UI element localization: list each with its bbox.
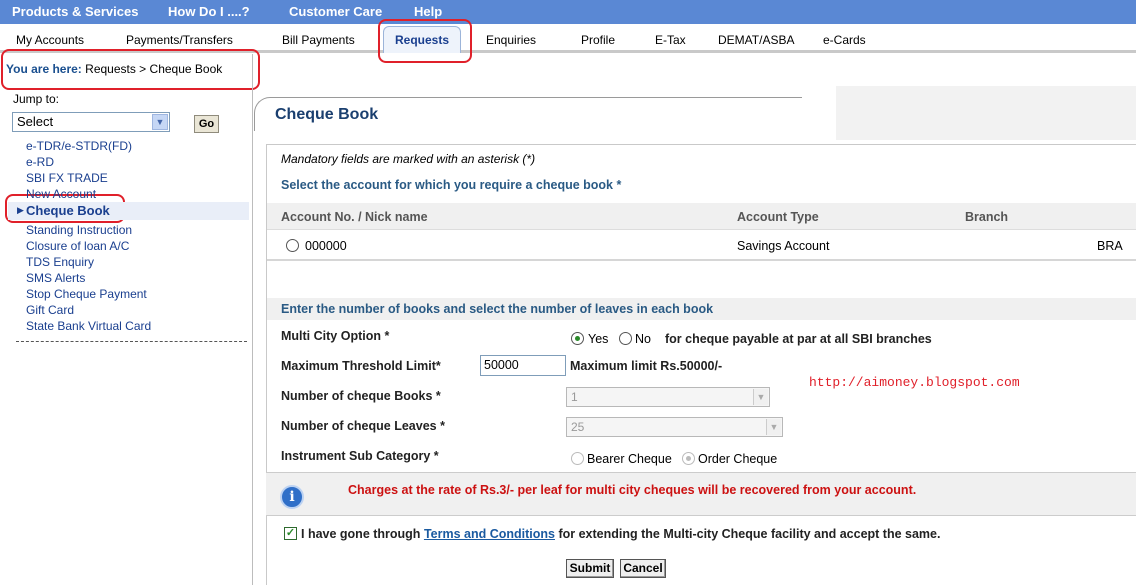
topnav-customer-care[interactable]: Customer Care <box>289 4 382 19</box>
sidebar-item-standing-instruction[interactable]: Standing Instruction <box>26 223 132 237</box>
leaves-label: Number of cheque Leaves * <box>281 419 445 433</box>
jump-to-select-value: Select <box>17 114 54 129</box>
sidebar-item-new-account[interactable]: New Account <box>26 187 96 201</box>
sidebar-divider <box>16 341 247 342</box>
books-select[interactable]: 1 ▼ <box>566 387 770 407</box>
multi-city-note: for cheque payable at par at all SBI bra… <box>665 332 932 346</box>
account-type: Savings Account <box>737 239 830 253</box>
terms-suffix: for extending the Multi-city Cheque faci… <box>558 527 941 541</box>
tab-payments-transfers[interactable]: Payments/Transfers <box>126 33 233 47</box>
books-select-value: 1 <box>571 390 578 404</box>
sidebar-item-closure-of-loan[interactable]: Closure of loan A/C <box>26 239 129 253</box>
terms-link[interactable]: Terms and Conditions <box>424 527 555 541</box>
bearer-cheque-radio[interactable] <box>571 452 584 465</box>
tab-demat-asba[interactable]: DEMAT/ASBA <box>718 33 794 47</box>
sidebar-item-sms-alerts[interactable]: SMS Alerts <box>26 271 85 285</box>
tab-bill-payments[interactable]: Bill Payments <box>282 33 355 47</box>
sidebar-item-virtual-card[interactable]: State Bank Virtual Card <box>26 319 151 333</box>
multi-city-yes-radio[interactable] <box>571 332 584 345</box>
topnav-how-do-i[interactable]: How Do I ....? <box>168 4 250 19</box>
multi-city-no-label: No <box>635 332 651 346</box>
column-header-branch: Branch <box>965 210 1009 224</box>
select-account-heading: Select the account for which you require… <box>281 178 622 192</box>
terms-prefix: I have gone through <box>301 527 421 541</box>
top-nav-bar: Products & Services How Do I ....? Custo… <box>0 0 1136 24</box>
terms-checkbox[interactable]: ✓ <box>284 527 297 540</box>
column-header-account: Account No. / Nick name <box>281 210 428 224</box>
sidebar-item-gift-card[interactable]: Gift Card <box>26 303 74 317</box>
page-title: Cheque Book <box>275 106 379 123</box>
blog-url-watermark: http://aimoney.blogspot.com <box>809 375 1020 390</box>
tab-my-accounts[interactable]: My Accounts <box>16 33 84 47</box>
mandatory-note: Mandatory fields are marked with an aste… <box>281 152 536 166</box>
charges-note: Charges at the rate of Rs.3/- per leaf f… <box>348 483 917 497</box>
tab-e-tax[interactable]: E-Tax <box>655 33 686 47</box>
sidebar-item-cheque-book[interactable]: Cheque Book <box>26 203 110 218</box>
chevron-down-icon: ▼ <box>753 389 768 405</box>
multi-city-yes-label: Yes <box>588 332 609 346</box>
triangle-right-icon: ▶ <box>17 205 24 215</box>
cancel-button[interactable]: Cancel <box>620 559 666 578</box>
threshold-note: Maximum limit Rs.50000/- <box>570 359 723 373</box>
order-cheque-radio[interactable] <box>682 452 695 465</box>
topnav-help[interactable]: Help <box>414 4 442 19</box>
go-button[interactable]: Go <box>194 115 219 133</box>
terms-text: I have gone through Terms and Conditions… <box>301 527 940 541</box>
books-heading: Enter the number of books and select the… <box>281 302 714 316</box>
info-icon: i <box>280 485 304 509</box>
sidebar-item-tds-enquiry[interactable]: TDS Enquiry <box>26 255 94 269</box>
breadcrumb-prefix: You are here: <box>6 62 82 76</box>
tab-enquiries[interactable]: Enquiries <box>486 33 536 47</box>
sidebar-item-e-rd[interactable]: e-RD <box>26 155 54 169</box>
jump-to-label: Jump to: <box>13 92 60 106</box>
multi-city-no-radio[interactable] <box>619 332 632 345</box>
leaves-select-value: 25 <box>571 420 585 434</box>
sidebar-item-e-tdr[interactable]: e-TDR/e-STDR(FD) <box>26 139 132 153</box>
column-header-type: Account Type <box>737 210 819 224</box>
threshold-input[interactable]: 50000 <box>480 355 566 376</box>
bearer-cheque-label: Bearer Cheque <box>587 452 672 466</box>
account-number: 000000 <box>305 239 347 253</box>
instrument-label: Instrument Sub Category * <box>281 449 439 463</box>
highlight-requests-tab <box>378 19 472 63</box>
chevron-down-icon: ▼ <box>766 419 781 435</box>
header-side-panel <box>836 86 1136 140</box>
order-cheque-label: Order Cheque <box>698 452 778 466</box>
column-separator <box>252 54 253 585</box>
sidebar-item-stop-cheque-payment[interactable]: Stop Cheque Payment <box>26 287 147 301</box>
tab-profile[interactable]: Profile <box>581 33 615 47</box>
breadcrumb: You are here: Requests > Cheque Book <box>6 62 222 76</box>
account-radio[interactable] <box>286 239 299 252</box>
tab-e-cards[interactable]: e-Cards <box>823 33 866 47</box>
multi-city-label: Multi City Option * <box>281 329 390 343</box>
breadcrumb-path: Requests > Cheque Book <box>85 62 223 76</box>
account-branch: BRA <box>1097 239 1123 253</box>
leaves-select[interactable]: 25 ▼ <box>566 417 783 437</box>
table-row <box>267 231 1136 261</box>
books-label: Number of cheque Books * <box>281 389 441 403</box>
jump-to-select[interactable]: Select ▼ <box>12 112 170 132</box>
sidebar-item-sbi-fx-trade[interactable]: SBI FX TRADE <box>26 171 108 185</box>
threshold-label: Maximum Threshold Limit* <box>281 359 441 373</box>
topnav-products-services[interactable]: Products & Services <box>12 4 138 19</box>
submit-button[interactable]: Submit <box>566 559 614 578</box>
chevron-down-icon: ▼ <box>152 114 168 130</box>
